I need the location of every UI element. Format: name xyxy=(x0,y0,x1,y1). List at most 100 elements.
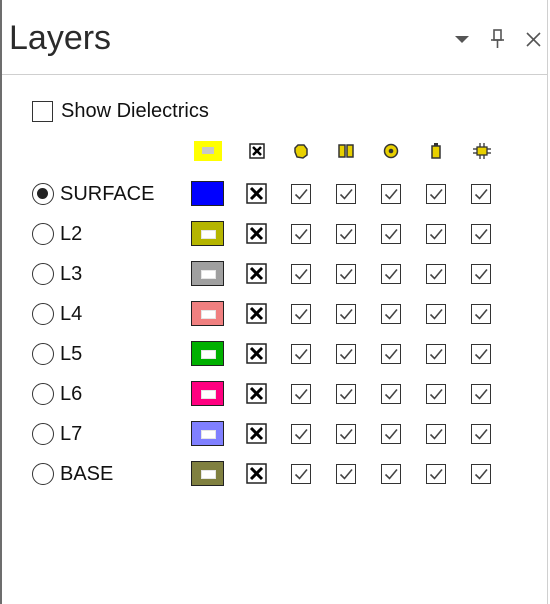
pad-visibility-checkbox[interactable] xyxy=(291,304,311,324)
pad-visibility-checkbox[interactable] xyxy=(291,424,311,444)
layer-radio[interactable] xyxy=(32,223,54,245)
trace-visibility-checkbox[interactable] xyxy=(336,344,356,364)
layer-row: SURFACE xyxy=(2,178,550,212)
layer-name: L5 xyxy=(60,343,83,365)
layer-visibility-toggle[interactable] xyxy=(246,223,267,244)
layer-name: L4 xyxy=(60,303,83,325)
swatch-inner-mark xyxy=(201,430,216,439)
layer-visibility-toggle[interactable] xyxy=(246,263,267,284)
layer-row: L7 xyxy=(2,418,550,452)
panel-header: Layers xyxy=(2,0,547,75)
layer-radio[interactable] xyxy=(32,343,54,365)
dropdown-arrow-icon[interactable] xyxy=(449,26,475,52)
via-visibility-checkbox[interactable] xyxy=(381,344,401,364)
layer-visibility-toggle[interactable] xyxy=(246,183,267,204)
panel-title: Layers xyxy=(9,19,112,57)
layer-name: L2 xyxy=(60,223,83,245)
show-dielectrics-checkbox[interactable] xyxy=(32,100,53,122)
layer-radio[interactable] xyxy=(32,303,54,325)
layer-color-swatch[interactable] xyxy=(191,381,224,406)
copper-icon xyxy=(421,140,451,162)
layer-visibility-toggle[interactable] xyxy=(246,463,267,484)
trace-visibility-checkbox[interactable] xyxy=(336,424,356,444)
copper-visibility-checkbox[interactable] xyxy=(426,384,446,404)
layer-visibility-toggle[interactable] xyxy=(246,383,267,404)
layer-radio[interactable] xyxy=(32,263,54,285)
color-column-icon xyxy=(193,140,223,162)
swatch-inner-mark xyxy=(201,390,216,399)
component-visibility-checkbox[interactable] xyxy=(471,224,491,244)
pin-icon[interactable] xyxy=(485,26,511,52)
via-visibility-checkbox[interactable] xyxy=(381,264,401,284)
swatch-inner-mark xyxy=(201,470,216,479)
component-visibility-checkbox[interactable] xyxy=(471,384,491,404)
component-visibility-checkbox[interactable] xyxy=(471,264,491,284)
layer-name: SURFACE xyxy=(60,183,155,205)
trace-visibility-checkbox[interactable] xyxy=(336,224,356,244)
pad-visibility-checkbox[interactable] xyxy=(291,264,311,284)
via-icon xyxy=(376,140,406,162)
trace-visibility-checkbox[interactable] xyxy=(336,184,356,204)
layer-row: L2 xyxy=(2,218,550,252)
layer-radio[interactable] xyxy=(32,463,54,485)
layer-radio[interactable] xyxy=(32,183,54,205)
via-visibility-checkbox[interactable] xyxy=(381,304,401,324)
trace-visibility-checkbox[interactable] xyxy=(336,304,356,324)
pad-visibility-checkbox[interactable] xyxy=(291,384,311,404)
layer-row: BASE xyxy=(2,458,550,492)
layer-color-swatch[interactable] xyxy=(191,461,224,486)
copper-visibility-checkbox[interactable] xyxy=(426,184,446,204)
layer-row: L5 xyxy=(2,338,550,372)
copper-visibility-checkbox[interactable] xyxy=(426,304,446,324)
copper-visibility-checkbox[interactable] xyxy=(426,264,446,284)
swatch-inner-mark xyxy=(201,350,216,359)
close-icon[interactable] xyxy=(521,26,547,52)
layer-radio[interactable] xyxy=(32,423,54,445)
trace-visibility-checkbox[interactable] xyxy=(336,384,356,404)
via-visibility-checkbox[interactable] xyxy=(381,424,401,444)
layer-row: L6 xyxy=(2,378,550,412)
layer-color-swatch[interactable] xyxy=(191,261,224,286)
pad-visibility-checkbox[interactable] xyxy=(291,464,311,484)
layer-radio[interactable] xyxy=(32,383,54,405)
layer-visibility-toggle[interactable] xyxy=(246,343,267,364)
swatch-inner-mark xyxy=(201,270,216,279)
pad-visibility-checkbox[interactable] xyxy=(291,224,311,244)
via-visibility-checkbox[interactable] xyxy=(381,184,401,204)
layer-name: L7 xyxy=(60,423,83,445)
layer-color-swatch[interactable] xyxy=(191,421,224,446)
layer-row: L3 xyxy=(2,258,550,292)
show-dielectrics-option[interactable]: Show Dielectrics xyxy=(32,98,209,124)
copper-visibility-checkbox[interactable] xyxy=(426,424,446,444)
component-visibility-checkbox[interactable] xyxy=(471,464,491,484)
copper-visibility-checkbox[interactable] xyxy=(426,464,446,484)
layer-color-swatch[interactable] xyxy=(191,341,224,366)
via-visibility-checkbox[interactable] xyxy=(381,384,401,404)
component-visibility-checkbox[interactable] xyxy=(471,424,491,444)
pad-visibility-checkbox[interactable] xyxy=(291,344,311,364)
layer-color-swatch[interactable] xyxy=(191,301,224,326)
swatch-inner-mark xyxy=(201,230,216,239)
visibility-column-icon xyxy=(242,140,272,162)
radio-selected-dot xyxy=(37,188,48,199)
layers-panel: Layers Show Dielectrics SURFACE L2 L3 L4… xyxy=(0,0,548,604)
layer-visibility-toggle[interactable] xyxy=(246,303,267,324)
component-icon xyxy=(467,140,497,162)
trace-visibility-checkbox[interactable] xyxy=(336,464,356,484)
copper-visibility-checkbox[interactable] xyxy=(426,344,446,364)
trace-icon xyxy=(331,140,361,162)
layer-color-swatch[interactable] xyxy=(191,181,224,206)
component-visibility-checkbox[interactable] xyxy=(471,304,491,324)
layer-visibility-toggle[interactable] xyxy=(246,423,267,444)
show-dielectrics-label: Show Dielectrics xyxy=(61,99,209,122)
via-visibility-checkbox[interactable] xyxy=(381,224,401,244)
component-visibility-checkbox[interactable] xyxy=(471,184,491,204)
via-visibility-checkbox[interactable] xyxy=(381,464,401,484)
component-visibility-checkbox[interactable] xyxy=(471,344,491,364)
pad-visibility-checkbox[interactable] xyxy=(291,184,311,204)
layer-color-swatch[interactable] xyxy=(191,221,224,246)
swatch-inner-mark xyxy=(201,310,216,319)
trace-visibility-checkbox[interactable] xyxy=(336,264,356,284)
copper-visibility-checkbox[interactable] xyxy=(426,224,446,244)
layer-name: L6 xyxy=(60,383,83,405)
